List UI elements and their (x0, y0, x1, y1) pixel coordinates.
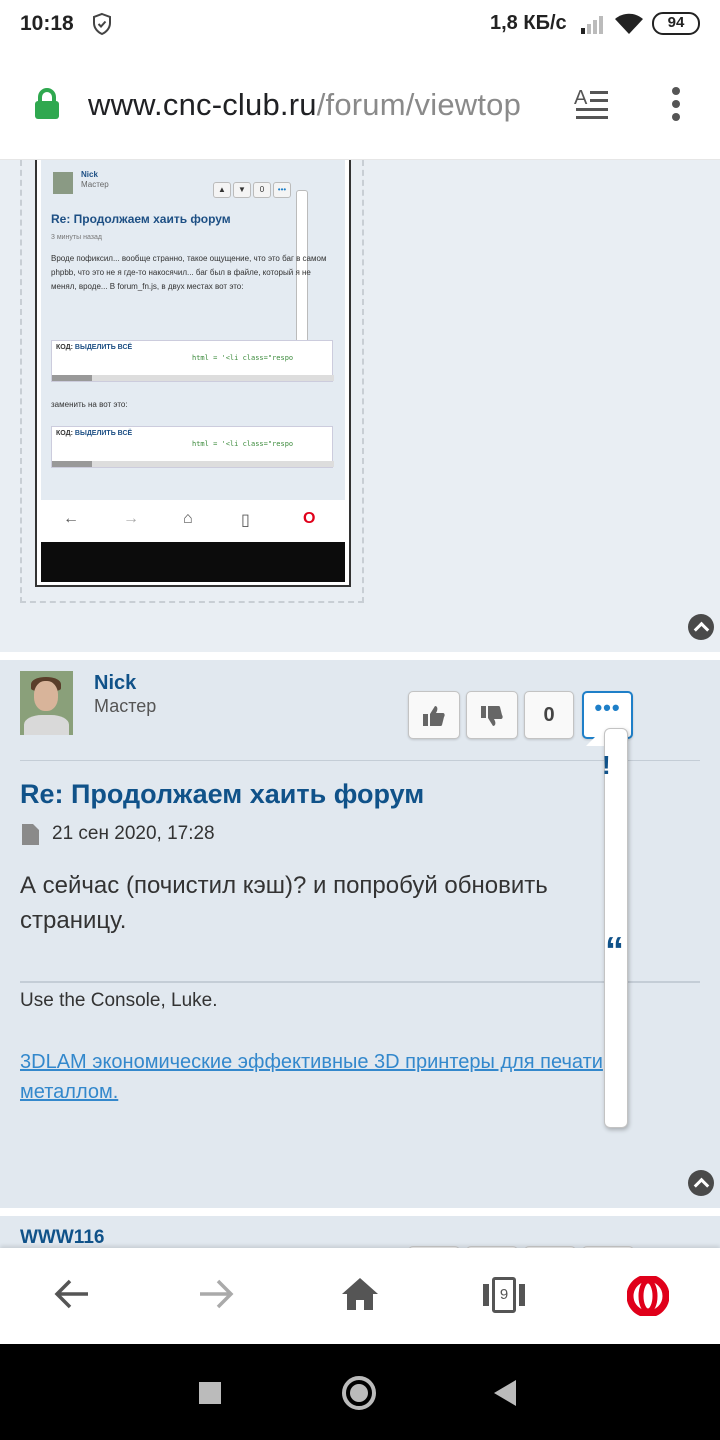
next-post: WWW116 (0, 1216, 720, 1248)
screenshot-code-select: ВЫДЕЛИТЬ ВСЁ (74, 344, 133, 351)
forward-arrow-icon[interactable] (198, 1276, 234, 1312)
screenshot-dislike-icon: ▼ (233, 182, 251, 198)
network-speed: 1,8 КБ/с (490, 12, 567, 34)
tab-count: 9 (492, 1277, 516, 1313)
wifi-icon (615, 13, 643, 34)
page-content: Nick Мастер ▲ ▼ 0 ••• Re: Продолжаем хаить … (0, 160, 720, 1248)
signature-link[interactable]: 3DLAM экономические эффективные 3D принт… (20, 1047, 680, 1107)
signal-icon (581, 16, 603, 34)
signature-text: Use the Console, Luke. (20, 990, 218, 1011)
screenshot-rank: Мастер (81, 180, 109, 189)
like-button[interactable] (408, 691, 460, 739)
document-icon (22, 824, 39, 845)
screenshot-tabs-icon: ▯ (241, 512, 250, 529)
post-body: А сейчас (почистил кэш)? и попробуй обно… (20, 872, 548, 934)
post-separator-2 (0, 1208, 720, 1216)
thumbs-down-icon (481, 706, 503, 726)
shield-check-icon (93, 12, 111, 36)
url-text[interactable]: www.cnc-club.ru/forum/viewtop (88, 87, 548, 123)
dislike-button[interactable] (466, 691, 518, 739)
screenshot-code-header-2: КОД: (56, 430, 73, 437)
back-triangle-icon[interactable] (494, 1380, 516, 1406)
screenshot-score: 0 (253, 182, 271, 198)
opera-menu-icon[interactable] (627, 1276, 669, 1316)
screenshot-author: Nick (81, 170, 98, 179)
home-icon[interactable] (340, 1276, 380, 1312)
screenshot-like-icon: ▲ (213, 182, 231, 198)
lock-icon (35, 88, 59, 119)
next-post-author[interactable]: WWW116 (20, 1227, 104, 1248)
url-path: /forum/viewtop (316, 87, 522, 122)
screenshot-forward-icon: → (123, 510, 139, 527)
address-bar[interactable]: www.cnc-club.ru/forum/viewtop A (0, 50, 720, 160)
svg-text:A: A (574, 87, 588, 109)
screenshot-vote-buttons: ▲ ▼ 0 ••• (213, 179, 293, 198)
post-author[interactable]: Nick (94, 672, 136, 695)
attached-screenshot[interactable]: Nick Мастер ▲ ▼ 0 ••• Re: Продолжаем хаить … (35, 160, 351, 587)
attachment-frame[interactable]: Nick Мастер ▲ ▼ 0 ••• Re: Продолжаем хаить … (20, 160, 364, 603)
more-options-dropdown[interactable] (604, 728, 628, 1128)
url-domain: www.cnc-club.ru (88, 87, 317, 122)
status-time: 10:18 (20, 12, 74, 35)
back-arrow-icon[interactable] (54, 1276, 90, 1312)
previous-post: Nick Мастер ▲ ▼ 0 ••• Re: Продолжаем хаить … (0, 160, 720, 652)
tabs-button[interactable]: 9 (483, 1276, 525, 1314)
reader-mode-icon[interactable]: A (574, 86, 610, 120)
collapse-up-icon-2[interactable] (688, 1170, 714, 1196)
screenshot-body: Вроде пофиксил... вообще странно, такое … (51, 254, 327, 291)
avatar[interactable] (20, 671, 73, 735)
screenshot-avatar (53, 172, 73, 194)
screenshot-home-icon: ⌂ (183, 510, 193, 527)
thumbs-up-icon (423, 706, 445, 726)
home-circle-icon[interactable] (342, 1376, 376, 1410)
post-date: 21 сен 2020, 17:28 (52, 823, 215, 844)
screenshot-code-line: html = '<li class="respo (192, 354, 294, 362)
screenshot-code-select-2: ВЫДЕЛИТЬ ВСЁ (74, 430, 133, 437)
screenshot-back-icon: ← (63, 510, 79, 527)
collapse-up-icon[interactable] (688, 614, 714, 640)
screenshot-title: Re: Продолжаем хаить форум (51, 212, 231, 226)
screenshot-code-block-2: КОД: ВЫДЕЛИТЬ ВСЁ html = '<li class="res… (51, 426, 334, 468)
post-separator (0, 652, 720, 660)
screenshot-replace-text: заменить на вот это: (51, 400, 128, 409)
screenshot-system-nav (41, 542, 345, 582)
signature-divider (20, 981, 700, 983)
report-icon[interactable]: ! (602, 750, 611, 781)
screenshot-content: Nick Мастер ▲ ▼ 0 ••• Re: Продолжаем хаить … (41, 160, 345, 500)
score-counter: 0 (524, 691, 574, 739)
post-title[interactable]: Re: Продолжаем хаить форум (20, 779, 424, 810)
battery-indicator: 94 (652, 12, 700, 35)
screenshot-opera-icon: O (303, 510, 316, 527)
browser-toolbar: 9 (0, 1248, 720, 1344)
screenshot-date: 3 минуты назад (51, 234, 102, 241)
header-divider (20, 760, 700, 761)
author-rank: Мастер (94, 696, 157, 716)
recents-icon[interactable] (199, 1382, 221, 1404)
system-navigation-bar (0, 1344, 720, 1440)
screenshot-browser-nav: ← → ⌂ ▯ O (41, 500, 345, 542)
quote-icon[interactable]: “ (605, 932, 624, 970)
screenshot-code-line-2: html = '<li class="respo (192, 440, 294, 448)
screenshot-code-block: КОД: ВЫДЕЛИТЬ ВСЁ html = '<li class="res… (51, 340, 334, 382)
screenshot-code-header: КОД: (56, 344, 73, 351)
screenshot-more-icon: ••• (273, 182, 291, 198)
overflow-menu-icon[interactable] (670, 86, 682, 122)
status-bar: 10:18 1,8 КБ/с 94 (0, 0, 720, 50)
dropdown-arrow (586, 728, 604, 746)
